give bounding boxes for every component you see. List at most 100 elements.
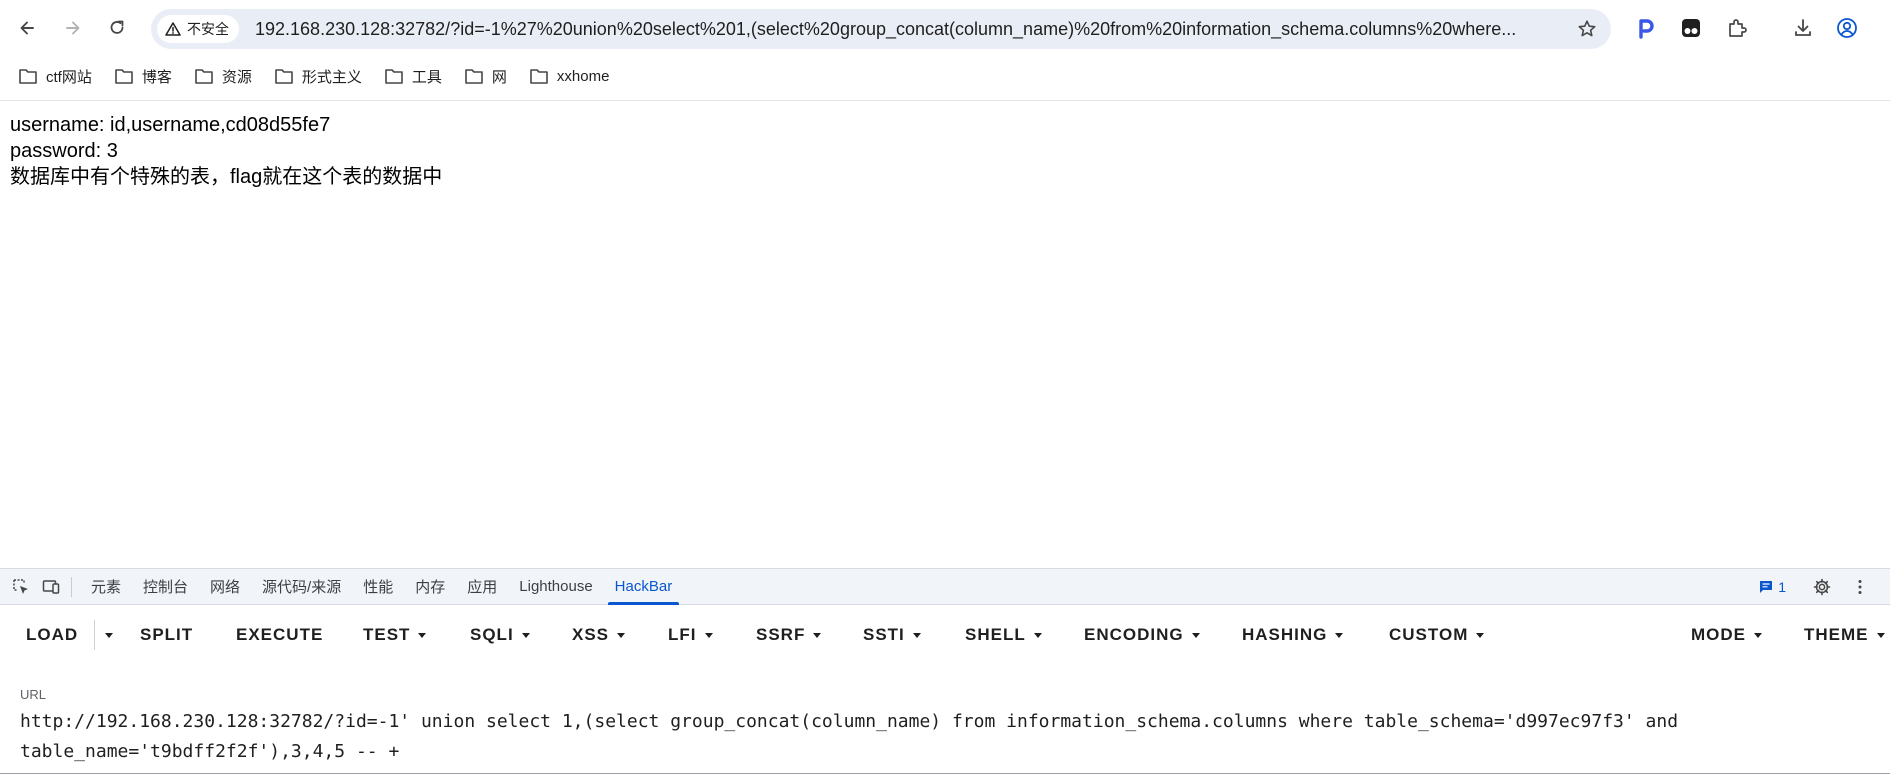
ssti-menu[interactable]: SSTI	[863, 613, 921, 657]
puzzle-icon	[1729, 19, 1747, 37]
reload-icon	[110, 20, 124, 34]
shell-label: SHELL	[965, 625, 1026, 644]
caret-down-icon	[1033, 632, 1042, 638]
bookmark-folder[interactable]: 资源	[194, 66, 252, 87]
reload-button[interactable]	[100, 11, 134, 45]
back-button[interactable]	[10, 11, 44, 45]
extension-tampermonkey[interactable]	[1678, 15, 1704, 41]
shell-menu[interactable]: SHELL	[965, 613, 1042, 657]
hackbar-toolbar: LOAD SPLIT EXECUTE TEST SQLI XSS LFI SSR…	[0, 613, 1890, 657]
issues-counter[interactable]: 1	[1758, 579, 1786, 595]
sqli-label: SQLI	[470, 625, 514, 644]
page-content: username: id,username,cd08d55fe7 passwor…	[10, 112, 442, 190]
device-toolbar-button[interactable]	[37, 573, 65, 601]
lfi-menu[interactable]: LFI	[668, 613, 713, 657]
xss-menu[interactable]: XSS	[572, 613, 626, 657]
url-textarea[interactable]: http://192.168.230.128:32782/?id=-1' uni…	[20, 707, 1890, 767]
theme-label: THEME	[1804, 625, 1869, 644]
bookmark-folder[interactable]: 工具	[384, 66, 442, 87]
encoding-label: ENCODING	[1084, 625, 1184, 644]
toolbar-divider	[0, 100, 1890, 101]
folder-icon	[115, 69, 133, 84]
encoding-menu[interactable]: ENCODING	[1084, 613, 1200, 657]
execute-button[interactable]: EXECUTE	[236, 613, 323, 657]
caret-down-icon	[1754, 632, 1762, 638]
xss-label: XSS	[572, 625, 610, 644]
address-bar[interactable]: 不安全 192.168.230.128:32782/?id=-1%27%20un…	[151, 9, 1611, 49]
tab-hackbar[interactable]: HackBar	[604, 569, 684, 605]
hashing-menu[interactable]: HASHING	[1242, 613, 1344, 657]
hint-line: 数据库中有个特殊的表，flag就在这个表的数据中	[10, 166, 443, 188]
folder-icon	[19, 69, 37, 84]
devtools-tabbar: 元素 控制台 网络 源代码/来源 性能 内存 应用 Lighthouse Hac…	[0, 569, 1890, 605]
bookmarks-bar: ctf网站 博客 资源 形式主义 工具 网 xxhome	[0, 60, 1890, 92]
tab-sources[interactable]: 源代码/来源	[251, 569, 352, 605]
address-text[interactable]: 192.168.230.128:32782/?id=-1%27%20union%…	[255, 19, 1555, 40]
gear-icon	[1813, 578, 1831, 596]
bookmark-label: xxhome	[556, 67, 610, 85]
mode-menu[interactable]: MODE	[1691, 613, 1762, 657]
device-icon	[42, 579, 60, 594]
hashing-label: HASHING	[1242, 625, 1328, 644]
profile-button[interactable]	[1834, 15, 1860, 41]
download-icon	[1795, 19, 1811, 36]
bookmark-folder[interactable]: 形式主义	[274, 66, 362, 87]
downloads-button[interactable]	[1790, 15, 1816, 41]
extension-p[interactable]	[1633, 15, 1659, 41]
ssrf-menu[interactable]: SSRF	[756, 613, 822, 657]
tab-memory[interactable]: 内存	[404, 569, 456, 605]
bookmark-folder[interactable]: ctf网站	[18, 66, 92, 87]
forward-button[interactable]	[56, 11, 90, 45]
security-chip[interactable]: 不安全	[157, 15, 239, 43]
extensions-menu[interactable]	[1724, 15, 1750, 41]
tab-performance[interactable]: 性能	[352, 569, 404, 605]
test-label: TEST	[363, 625, 411, 644]
caret-down-icon	[1876, 632, 1885, 638]
devtools-more-button[interactable]	[1846, 573, 1874, 601]
bookmark-label: 网	[491, 68, 507, 86]
password-line: password: 3	[10, 140, 118, 162]
tab-elements[interactable]: 元素	[80, 569, 132, 605]
load-dropdown-button[interactable]	[94, 620, 113, 650]
more-vertical-icon	[1858, 580, 1862, 594]
url-field-label: URL	[20, 687, 47, 702]
sqli-menu[interactable]: SQLI	[470, 613, 530, 657]
arrow-left-icon	[20, 21, 34, 35]
caret-down-icon	[813, 632, 822, 638]
inspect-element-button[interactable]	[7, 573, 35, 601]
ssti-label: SSTI	[863, 625, 905, 644]
folder-icon	[530, 69, 548, 84]
caret-down-icon	[1191, 632, 1200, 638]
devtools-settings-button[interactable]	[1808, 573, 1836, 601]
tab-divider	[71, 576, 72, 597]
tab-application[interactable]: 应用	[456, 569, 508, 605]
custom-menu[interactable]: CUSTOM	[1389, 613, 1485, 657]
warning-icon	[165, 22, 181, 36]
bookmark-folder[interactable]: 博客	[114, 66, 172, 87]
bookmark-folder[interactable]: 网	[464, 66, 507, 87]
bookmark-label: 工具	[411, 68, 442, 86]
split-button[interactable]: SPLIT	[140, 613, 193, 657]
test-menu[interactable]: TEST	[363, 613, 427, 657]
tab-lighthouse[interactable]: Lighthouse	[508, 569, 603, 605]
issues-count: 1	[1778, 579, 1786, 595]
caret-down-icon	[704, 632, 713, 638]
caret-down-icon	[1476, 632, 1485, 638]
caret-down-icon	[1335, 632, 1344, 638]
p-extension-icon	[1639, 19, 1654, 39]
tab-network[interactable]: 网络	[199, 569, 251, 605]
folder-icon	[275, 69, 293, 84]
bookmark-label: 资源	[221, 68, 252, 86]
theme-menu[interactable]: THEME	[1804, 613, 1885, 657]
browser-toolbar: 不安全 192.168.230.128:32782/?id=-1%27%20un…	[0, 0, 1890, 56]
load-label: LOAD	[26, 625, 79, 644]
bookmark-label: 形式主义	[301, 68, 362, 86]
bookmark-label: 博客	[141, 68, 172, 86]
caret-down-icon	[521, 632, 530, 638]
bookmark-folder[interactable]: xxhome	[529, 67, 610, 85]
load-button[interactable]: LOAD	[26, 613, 78, 657]
mode-label: MODE	[1691, 625, 1746, 644]
bookmark-star-icon[interactable]	[1577, 19, 1597, 39]
devtools-right-controls: 1	[1758, 569, 1890, 605]
tab-console[interactable]: 控制台	[132, 569, 199, 605]
